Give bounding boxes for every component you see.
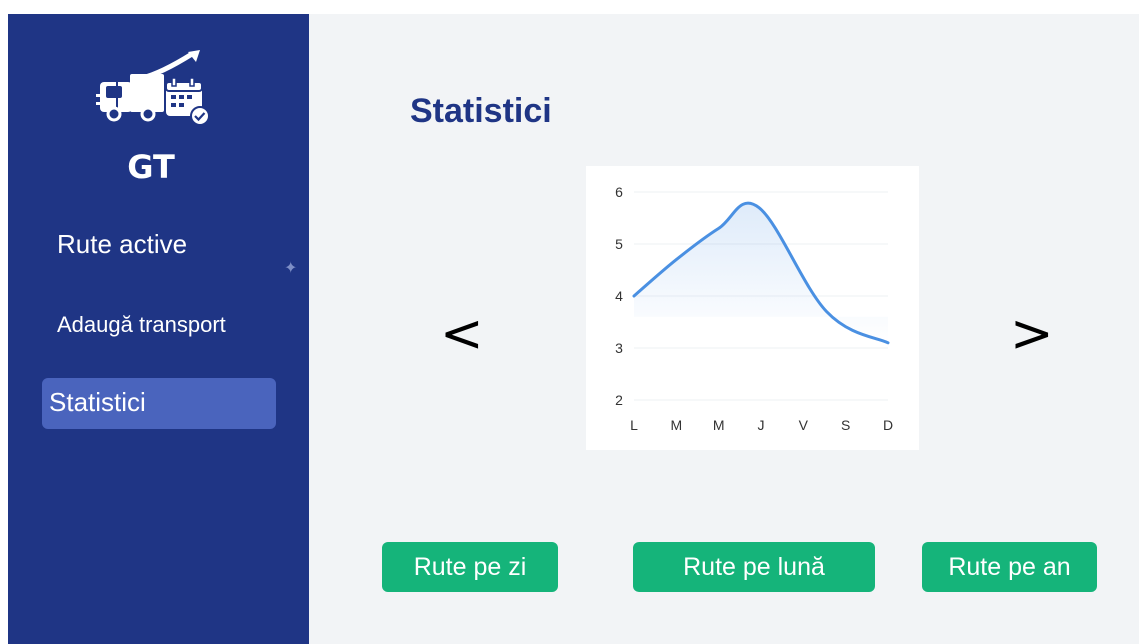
app-window: GT Rute active ✦ Adaugă transport Statis… [8, 14, 1139, 644]
next-chart-button[interactable]: > [1010, 308, 1054, 360]
rute-pe-luna-button[interactable]: Rute pe lună [633, 542, 875, 592]
rute-pe-zi-button[interactable]: Rute pe zi [382, 542, 558, 592]
x-tick-label: S [841, 417, 850, 433]
y-tick-label: 4 [615, 288, 623, 304]
sidebar-item-statistici[interactable]: Statistici [42, 378, 276, 429]
sparkle-icon: ✦ [284, 260, 298, 277]
page-title: Statistici [410, 92, 552, 130]
truck-calendar-logo-icon [96, 50, 210, 126]
y-tick-label: 5 [615, 236, 623, 252]
line-chart: 2 3 4 5 6 L M M J V S D [615, 184, 893, 433]
series-area [634, 203, 888, 343]
previous-chart-button[interactable]: < [440, 308, 484, 360]
sidebar: GT Rute active ✦ Adaugă transport Statis… [8, 14, 309, 644]
sidebar-item-adauga-transport[interactable]: Adaugă transport [57, 312, 226, 338]
x-tick-label: J [758, 417, 765, 433]
x-tick-label: V [799, 417, 809, 433]
rute-pe-an-button[interactable]: Rute pe an [922, 542, 1097, 592]
y-tick-label: 2 [615, 392, 623, 408]
sidebar-item-rute-active[interactable]: Rute active [57, 229, 187, 260]
brand-name: GT [127, 148, 175, 186]
x-tick-label: L [630, 417, 638, 433]
x-tick-label: M [713, 417, 725, 433]
y-tick-label: 3 [615, 340, 623, 356]
y-tick-label: 6 [615, 184, 623, 200]
x-tick-label: D [883, 417, 893, 433]
chart-card: 2 3 4 5 6 L M M J V S D [586, 166, 919, 450]
x-tick-label: M [670, 417, 682, 433]
